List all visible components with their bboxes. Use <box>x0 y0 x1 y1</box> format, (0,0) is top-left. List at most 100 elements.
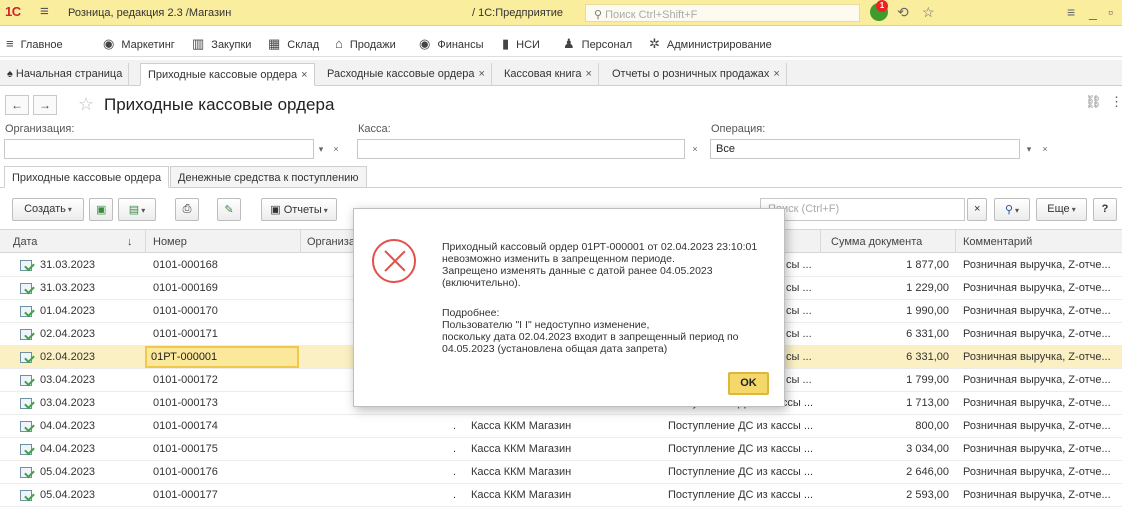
chevron-down-icon: ▾ <box>323 206 328 215</box>
page-title: Приходные кассовые ордера <box>104 95 335 114</box>
chevron-down-icon: ▾ <box>1071 205 1076 214</box>
sort-down-icon: ↓ <box>127 236 133 248</box>
table-search-input[interactable]: Поиск (Ctrl+F) <box>760 198 965 221</box>
reports-button[interactable]: ▣ Отчеты ▾ <box>261 198 337 221</box>
document-posted-icon <box>20 329 32 340</box>
error-message-line: (включительно). <box>442 277 521 289</box>
section-warehouse[interactable]: ▦ Склад <box>268 36 319 52</box>
dropdown-icon[interactable]: ▾ <box>1022 141 1036 157</box>
link-icon[interactable]: ⛓ <box>1085 94 1102 110</box>
error-message-line: Приходный кассовый ордер 01РТ-000001 от … <box>442 241 758 253</box>
table-row[interactable]: 04.04.2023 0101-000174 . Касса ККМ Магаз… <box>0 415 1122 438</box>
org-field[interactable] <box>4 139 314 159</box>
search-icon: ⚲ <box>1004 204 1014 216</box>
notifications-icon[interactable]: 1 <box>870 0 888 21</box>
section-purchases[interactable]: ▥ Закупки <box>192 36 251 52</box>
personnel-icon: ♟ <box>563 36 575 51</box>
operation-label: Операция: <box>711 123 766 135</box>
clear-icon[interactable]: × <box>1038 141 1052 157</box>
forward-button[interactable]: → <box>33 95 57 115</box>
settings-menu-icon[interactable]: ≡ <box>1067 4 1075 20</box>
search-icon: ⚲ <box>594 9 603 21</box>
tab-cash-book[interactable]: Кассовая книга × <box>497 63 599 86</box>
chevron-down-icon: ▾ <box>1015 206 1020 215</box>
copy-button[interactable]: ▣ <box>89 198 113 221</box>
document-posted-icon <box>20 467 32 478</box>
section-marketing[interactable]: ◉ Маркетинг <box>103 36 175 52</box>
more-actions-icon[interactable]: ⋮ <box>1110 94 1122 110</box>
clear-icon[interactable]: × <box>329 141 343 157</box>
table-row[interactable]: 05.04.2023 0101-000177 . Касса ККМ Магаз… <box>0 484 1122 507</box>
app-name: / 1С:Предприятие <box>472 7 564 19</box>
section-administration[interactable]: ✲ Администрирование <box>649 36 772 52</box>
tab-cash-expenses[interactable]: Расходные кассовые ордера × <box>320 63 492 86</box>
main-menu-icon[interactable]: ≡ <box>40 3 49 20</box>
details-line: поскольку дата 02.04.2023 входит в запре… <box>442 331 739 343</box>
details-line: 04.05.2023 (установлена общая дата запре… <box>442 343 668 355</box>
restore-icon[interactable]: ▫ <box>1108 4 1113 20</box>
section-panel: ≡ Главное ◉ Маркетинг ▥ Закупки ▦ Склад ⌂ Про… <box>0 27 1122 57</box>
chevron-down-icon: ▾ <box>141 206 146 215</box>
global-search-input[interactable]: ⚲ Поиск Ctrl+Shift+F <box>585 4 860 22</box>
gear-icon: ✲ <box>649 36 660 51</box>
column-date[interactable]: Дата <box>13 236 37 248</box>
error-dialog: Приходный кассовый ордер 01РТ-000001 от … <box>353 208 785 407</box>
notification-badge: 1 <box>876 0 888 12</box>
column-divider <box>145 230 146 253</box>
kassa-field[interactable] <box>357 139 685 159</box>
ok-button[interactable]: OK <box>728 372 769 395</box>
close-icon[interactable]: × <box>301 69 307 81</box>
back-button[interactable]: ← <box>5 95 29 115</box>
close-icon[interactable]: × <box>586 68 592 80</box>
search-button[interactable]: ⚲ ▾ <box>994 198 1030 221</box>
error-icon <box>372 239 416 283</box>
purchases-icon: ▥ <box>192 36 205 51</box>
clear-icon[interactable]: × <box>688 141 702 157</box>
section-main[interactable]: ≡ Главное <box>6 36 63 51</box>
create-based-button[interactable]: ▤ ▾ <box>118 198 156 221</box>
tab-funds-incoming[interactable]: Денежные средства к поступлению <box>170 166 367 188</box>
dropdown-icon[interactable]: ▾ <box>314 141 328 157</box>
create-button[interactable]: Создать ▾ <box>12 198 84 221</box>
favorite-star-icon[interactable]: ☆ <box>78 94 94 115</box>
column-divider <box>300 230 301 253</box>
column-sum[interactable]: Сумма документа <box>831 236 922 248</box>
close-icon[interactable]: × <box>773 68 779 80</box>
finance-icon: ◉ <box>419 36 431 51</box>
column-organization[interactable]: Организа <box>307 236 355 248</box>
operation-field[interactable]: Все <box>710 139 1020 159</box>
details-line: Пользователю "I I" недоступно изменение, <box>442 319 650 331</box>
table-row[interactable]: 05.04.2023 0101-000176 . Касса ККМ Магаз… <box>0 461 1122 484</box>
document-posted-icon <box>20 444 32 455</box>
minimize-icon[interactable]: _ <box>1089 4 1097 20</box>
document-posted-icon <box>20 375 32 386</box>
history-icon[interactable]: ⟲ <box>897 4 909 21</box>
open-windows-bar: ♠ Начальная страница Приходные кассовые … <box>0 60 1122 86</box>
error-message-line: Запрещено изменять данные с датой ранее … <box>442 265 713 277</box>
section-finance[interactable]: ◉ Финансы <box>419 36 484 52</box>
section-reference[interactable]: ▮ НСИ <box>502 36 540 52</box>
print-icon: ⎙ <box>182 203 192 215</box>
error-message-line: невозможно изменить в запрещенном период… <box>442 253 675 265</box>
copy-doc-icon: ▣ <box>96 204 107 216</box>
more-button[interactable]: Еще ▾ <box>1036 198 1087 221</box>
current-cell[interactable]: 01РТ-000001 <box>145 346 299 368</box>
table-row[interactable]: 04.04.2023 0101-000175 . Касса ККМ Магаз… <box>0 438 1122 461</box>
clear-search-button[interactable]: × <box>967 198 987 221</box>
document-posted-icon <box>20 398 32 409</box>
section-sales[interactable]: ⌂ Продажи <box>335 36 396 51</box>
tab-receipt-orders[interactable]: Приходные кассовые ордера <box>4 166 170 188</box>
tab-cash-receipts[interactable]: Приходные кассовые ордера × <box>140 63 315 86</box>
print-button[interactable]: ⎙ <box>175 198 199 221</box>
help-button[interactable]: ? <box>1093 198 1117 221</box>
column-comment[interactable]: Комментарий <box>963 236 1032 248</box>
org-label: Организация: <box>5 123 75 135</box>
post-button[interactable]: ✎ <box>217 198 241 221</box>
tab-home[interactable]: ♠ Начальная страница <box>0 63 130 86</box>
window-title: Розница, редакция 2.3 /Магазин <box>68 7 232 19</box>
tab-retail-reports[interactable]: Отчеты о розничных продажах × <box>605 63 787 86</box>
section-personnel[interactable]: ♟ Персонал <box>563 36 632 52</box>
close-icon[interactable]: × <box>479 68 485 80</box>
column-number[interactable]: Номер <box>153 236 187 248</box>
favorites-star-icon[interactable]: ☆ <box>922 4 935 21</box>
